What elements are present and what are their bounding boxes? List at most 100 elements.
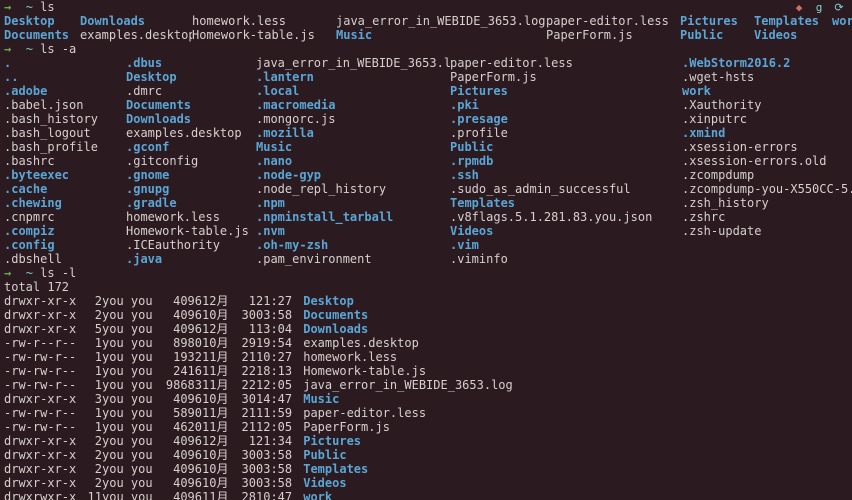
file-entry: homework.less	[303, 350, 397, 364]
dir-entry: .java	[126, 252, 256, 266]
ls-l-month: 11月	[202, 364, 232, 378]
dir-entry: Music	[336, 28, 546, 42]
dir-entry: Downloads	[126, 112, 256, 126]
dir-entry: Templates	[754, 14, 832, 28]
ls-l-row: -rw-rw-r-- 1you you 589011月 2111:59 pape…	[4, 406, 848, 420]
dir-entry: .byteexec	[4, 168, 126, 182]
listing-row: .config.ICEauthority.oh-my-zsh.vim	[4, 238, 848, 252]
ls-l-row: drwxr-xr-x 3you you 409610月 3014:47 Musi…	[4, 392, 848, 406]
ls-l-row: -rw-rw-r-- 1you you 462011月 2112:05 Pape…	[4, 420, 848, 434]
prompt-line-ls-l: → ~ ls -l	[4, 266, 848, 280]
ls-l-perm: -rw-rw-r--	[4, 420, 84, 434]
dir-entry: .chewing	[4, 196, 126, 210]
ls-l-owner-group: you you	[102, 308, 158, 322]
ls-l-perm: drwxrwxr-x	[4, 490, 84, 500]
ls-l-owner-group: you you	[102, 490, 158, 500]
ls-l-perm: drwxr-xr-x	[4, 476, 84, 490]
listing-row: .cache.gnupg.node_repl_history.sudo_as_a…	[4, 182, 848, 196]
file-entry: .mongorc.js	[256, 112, 450, 126]
ls-l-links: 2	[84, 308, 102, 322]
ls-l-perm: -rw-rw-r--	[4, 350, 84, 364]
ls-l-month: 11月	[202, 420, 232, 434]
ls-l-day: 28	[232, 490, 256, 500]
ls-l-links: 11	[84, 490, 102, 500]
dir-entry: Templates	[450, 196, 682, 210]
dir-entry: .xmind	[682, 126, 852, 140]
file-entry: .zsh-update	[682, 224, 852, 238]
app-icon[interactable]: ◆	[792, 1, 806, 15]
ls-l-owner-group: you you	[102, 350, 158, 364]
dir-entry: .config	[4, 238, 126, 252]
ls-l-links: 1	[84, 350, 102, 364]
file-entry: homework.less	[192, 14, 336, 28]
dir-entry: Videos	[450, 224, 682, 238]
ls-l-owner-group: you you	[102, 406, 158, 420]
file-entry: paper-editor.less	[546, 14, 680, 28]
listing-row: .bashrc.gitconfig.nano.rpmdb.xsession-er…	[4, 154, 848, 168]
file-entry: .xsession-errors.old	[682, 154, 852, 168]
ls-l-row: drwxr-xr-x 2you you 409612月 121:34 Pictu…	[4, 434, 848, 448]
dir-entry: .vim	[450, 238, 682, 252]
ls-l-day: 22	[232, 364, 256, 378]
ls-l-day: 1	[232, 434, 256, 448]
file-entry: Homework-table.js	[303, 364, 426, 378]
file-entry: .pam_environment	[256, 252, 450, 266]
dir-entry: .pki	[450, 98, 682, 112]
ls-l-links: 1	[84, 336, 102, 350]
ls-l-time: 14:47	[256, 392, 296, 406]
dir-entry: .gnome	[126, 168, 256, 182]
ls-l-time: 13:04	[256, 322, 296, 336]
dir-entry: work	[682, 84, 852, 98]
ls-l-size: 4096	[158, 294, 202, 308]
ls-l-perm: drwxr-xr-x	[4, 308, 84, 322]
dir-entry: .local	[256, 84, 450, 98]
dir-entry: Public	[680, 28, 754, 42]
file-entry: java_error_in_WEBIDE_3653.log	[303, 378, 513, 392]
dir-entry: .ssh	[450, 168, 682, 182]
ls-output: DesktopDownloadshomework.lessjava_error_…	[4, 14, 848, 42]
signal-icon[interactable]: ⟳	[832, 1, 846, 15]
ls-l-owner-group: you you	[102, 364, 158, 378]
file-entry: paper-editor.less	[303, 406, 426, 420]
file-entry: .dmrc	[126, 84, 256, 98]
ls-l-owner-group: you you	[102, 462, 158, 476]
ls-l-day: 30	[232, 392, 256, 406]
ls-l-size: 4096	[158, 322, 202, 336]
ls-l-size: 4096	[158, 392, 202, 406]
dir-entry: .presage	[450, 112, 682, 126]
dir-entry: Templates	[303, 462, 368, 476]
cmd-ls-a: ls -a	[40, 42, 76, 56]
dir-entry: .gradle	[126, 196, 256, 210]
listing-row: .babel.jsonDocuments.macromedia.pki.Xaut…	[4, 98, 848, 112]
prompt-path: ~	[26, 42, 33, 56]
ls-l-day: 30	[232, 476, 256, 490]
dir-entry: Videos	[303, 476, 346, 490]
dir-entry: .compiz	[4, 224, 126, 238]
dir-entry: .	[4, 56, 126, 70]
ls-l-row: drwxr-xr-x 2you you 409610月 3003:58 Publ…	[4, 448, 848, 462]
ls-l-time: 21:34	[256, 434, 296, 448]
dir-entry: Documents	[126, 98, 256, 112]
dir-entry: .nano	[256, 154, 450, 168]
globe-icon[interactable]: g	[812, 1, 826, 15]
cmd-ls: ls	[40, 0, 54, 14]
ls-l-links: 3	[84, 392, 102, 406]
dir-entry: .npm	[256, 196, 450, 210]
terminal-window[interactable]: ◆g⟳ → ~ ls DesktopDownloadshomework.less…	[0, 0, 852, 500]
dir-entry: work	[832, 14, 852, 28]
file-entry: .cnpmrc	[4, 210, 126, 224]
dir-entry: Desktop	[303, 294, 354, 308]
file-entry: .zsh_history	[682, 196, 852, 210]
ls-l-month: 10月	[202, 336, 232, 350]
file-entry: examples.desktop	[126, 126, 256, 140]
ls-l-month: 11月	[202, 378, 232, 392]
ls-l-links: 5	[84, 322, 102, 336]
dir-entry: .dbus	[126, 56, 256, 70]
file-entry: .viminfo	[450, 252, 682, 266]
ls-l-owner-group: you you	[102, 322, 158, 336]
dir-entry: Desktop	[4, 14, 80, 28]
dir-entry: .adobe	[4, 84, 126, 98]
dir-entry: work	[303, 490, 332, 500]
ls-l-size: 98683	[158, 378, 202, 392]
file-entry: .babel.json	[4, 98, 126, 112]
